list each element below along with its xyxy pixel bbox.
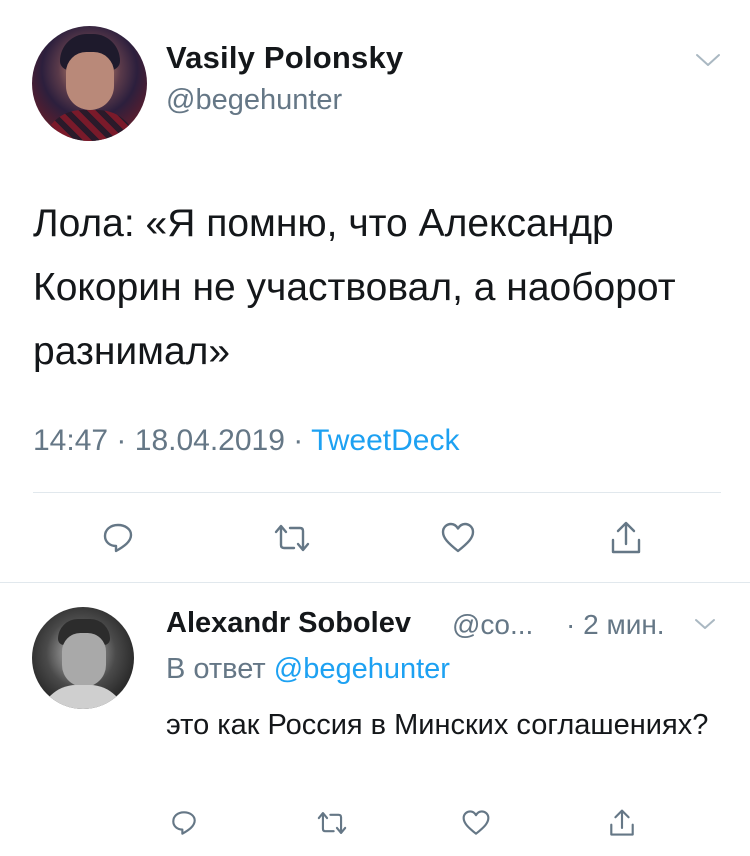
reply-tweet[interactable]: Alexandr Sobolev @co... · 2 мин. В ответ… [0,583,750,856]
avatar-face [66,52,114,110]
reply-to-prefix: В ответ [166,653,266,685]
retweet-icon[interactable] [270,516,314,560]
share-icon[interactable] [602,803,642,843]
tweet-text: Лола: «Я помню, что Александр Кокорин не… [33,202,676,373]
reply-to-mention[interactable]: @begehunter [274,653,450,685]
reply-timestamp[interactable]: · 2 мин. [566,609,665,641]
author-name[interactable]: Vasily Polonsky [166,40,403,76]
author-handle[interactable]: @begehunter [166,84,342,117]
reply-author-handle[interactable]: @co... [452,609,533,641]
like-icon[interactable] [436,516,480,560]
reply-icon[interactable] [164,803,204,843]
avatar-shirt [42,110,138,141]
like-icon[interactable] [456,803,496,843]
chevron-down-icon[interactable] [694,617,716,631]
meta-separator: · [293,424,304,457]
tweet-meta: 14:47 · 18.04.2019 · TweetDeck [33,424,459,458]
main-tweet: Vasily Polonsky @begehunter Лола: «Я пом… [0,0,750,583]
divider [33,492,721,493]
tweet-time: 14:47 [33,424,109,457]
avatar-body [40,685,126,709]
author-avatar[interactable] [32,26,147,141]
reply-icon[interactable] [96,516,140,560]
tweet-source-link[interactable]: TweetDeck [311,424,459,457]
share-icon[interactable] [604,516,648,560]
reply-to-line: В ответ @begehunter [166,653,450,686]
tweet-date: 18.04.2019 [134,424,285,457]
reply-author-name[interactable]: Alexandr Sobolev [166,607,411,640]
chevron-down-icon[interactable] [695,52,721,68]
reply-text: это как Россия в Минских соглашениях? [166,709,709,741]
reply-actions [0,803,750,843]
retweet-icon[interactable] [312,803,352,843]
meta-separator: · [116,424,127,457]
avatar-face [62,633,106,687]
reply-header: Alexandr Sobolev @co... · 2 мин. [166,607,726,647]
reply-author-avatar[interactable] [32,607,134,709]
tweet-actions [0,516,750,560]
